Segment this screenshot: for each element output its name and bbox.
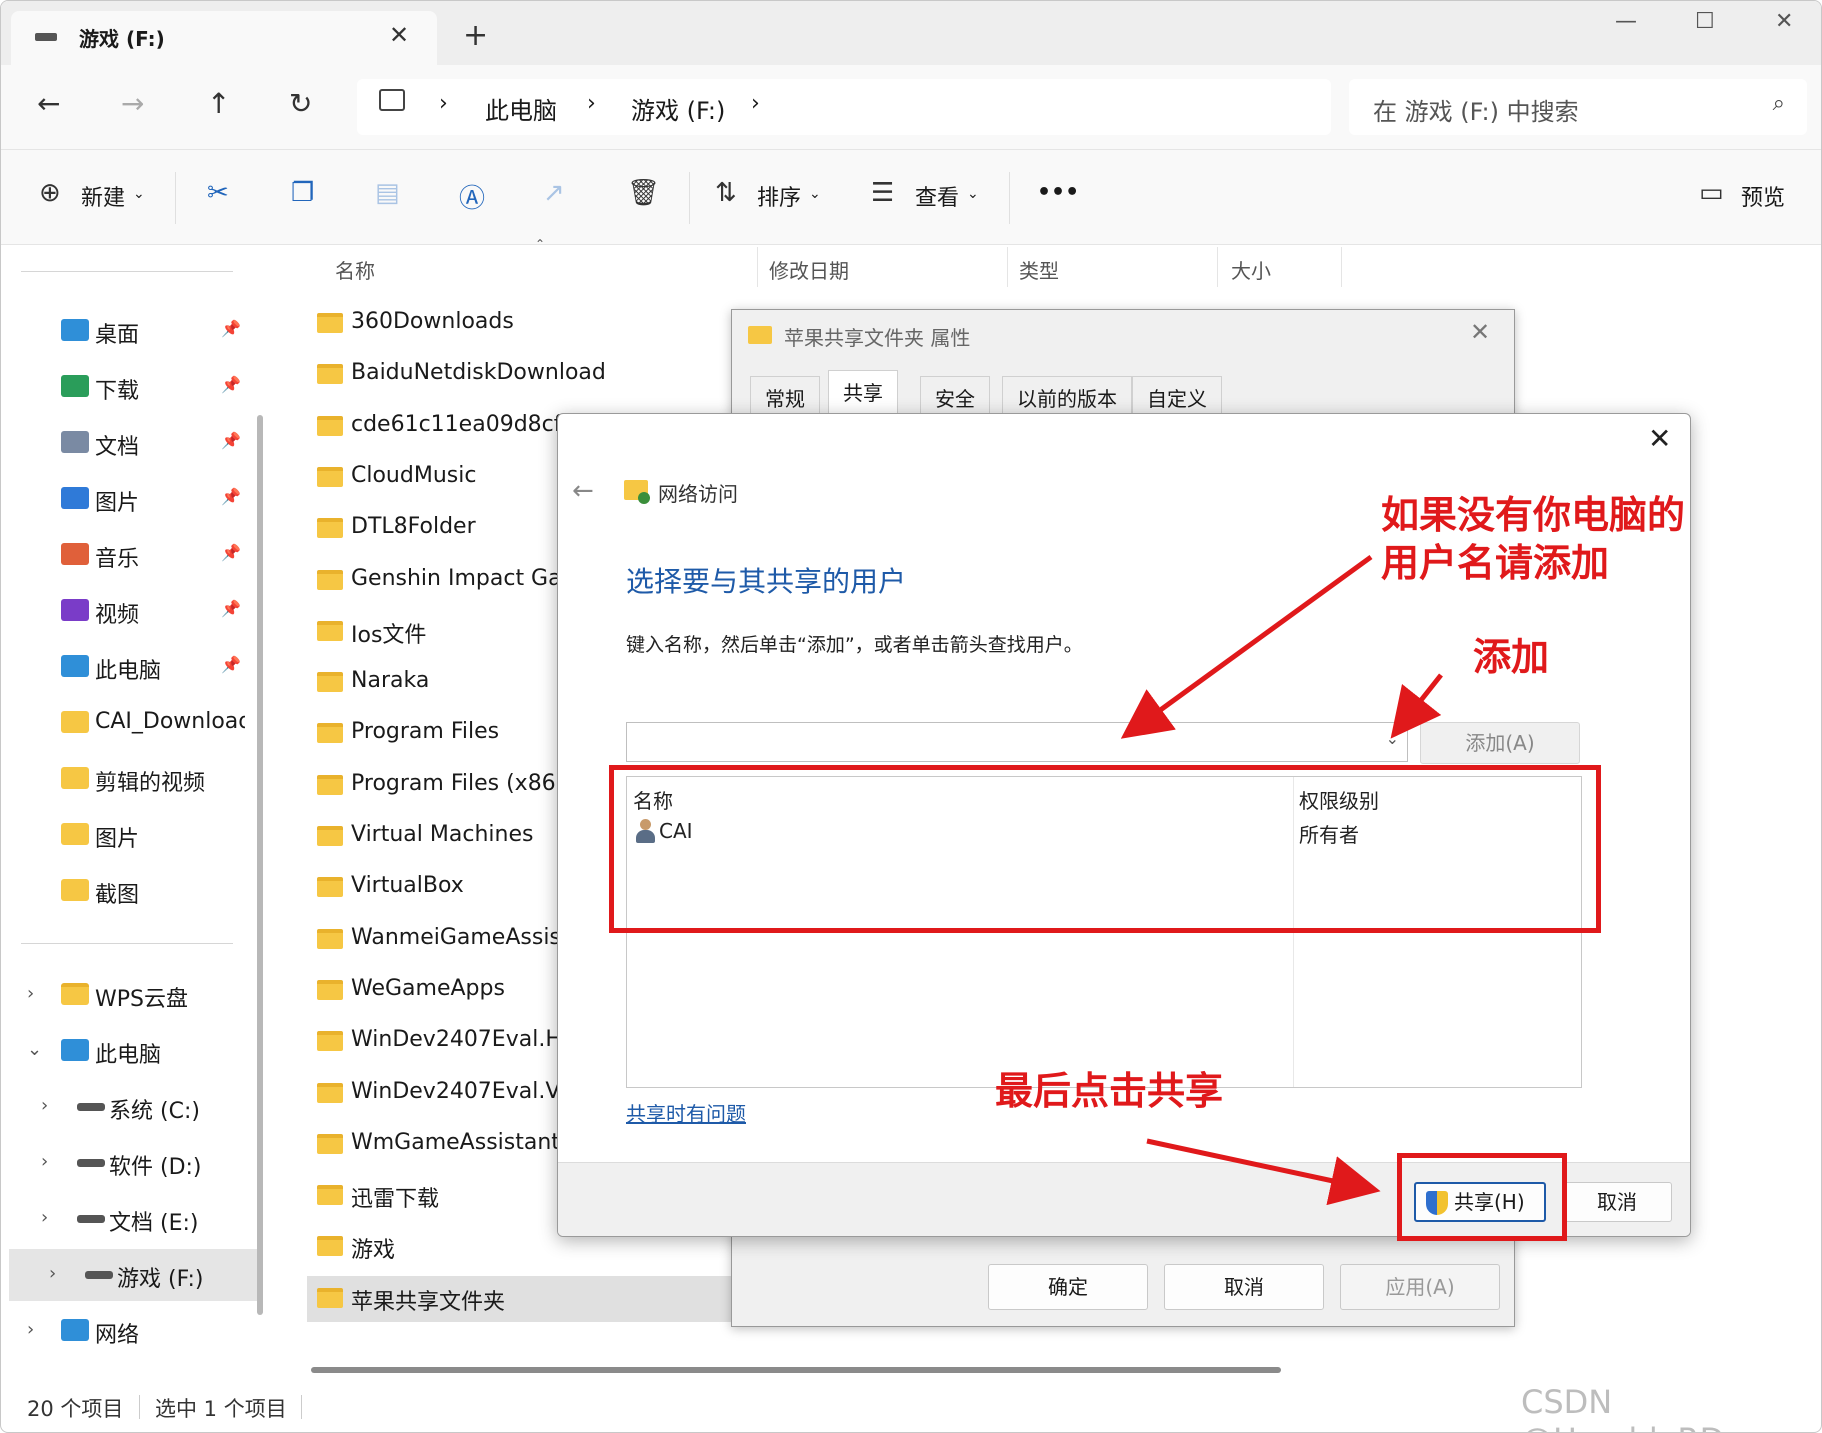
highlight-user-table [609,765,1601,933]
arrow-to-dropdown [1390,673,1443,739]
highlight-share-button [1397,1153,1567,1241]
annotation-line: 如果没有你电脑的 [1381,493,1686,537]
annotation-line: 用户名请添加 [1381,541,1610,585]
watermark: CSDN @HumbleRD [1521,1383,1724,1432]
arrow-to-combobox [1120,554,1373,739]
arrow-to-share [1146,1138,1381,1206]
annotation-click-share: 最后点击共享 [995,1069,1224,1113]
annotation-add-user-note: 如果没有你电脑的 用户名请添加 [1381,491,1685,587]
annotation-add: 添加 [1473,635,1550,679]
file-explorer-window: 游戏 (F:) ✕ + — ☐ ✕ ← → ↑ ↻ › 此电脑 › 游戏 (F:… [0,0,1822,1433]
